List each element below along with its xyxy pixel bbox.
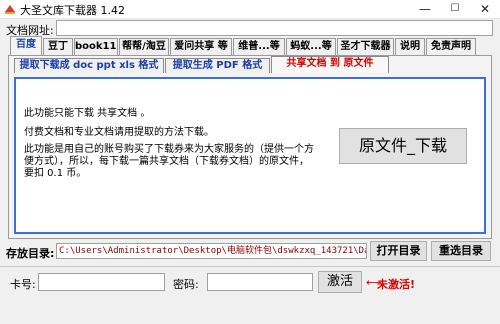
info-line-1: 此功能只能下载 共享文档 。	[24, 108, 151, 119]
tab-weipu[interactable]: 维普...等	[233, 38, 285, 55]
tab-baidu[interactable]: 百度	[10, 36, 42, 56]
subtab-extract-pdf[interactable]: 提取生成 PDF 格式	[165, 58, 270, 73]
tab-bangbang[interactable]: 帮帮/淘豆	[119, 38, 169, 55]
info-line-3c: 要扣 0.1 币。	[24, 168, 87, 179]
maximize-button[interactable]: ☐	[440, 0, 470, 18]
tab-mayi[interactable]: 蚂蚁...等	[286, 38, 336, 55]
tab-disclaimer[interactable]: 免责声明	[426, 38, 476, 55]
app-icon	[5, 5, 15, 14]
reselect-dir-button[interactable]: 重选目录	[431, 241, 491, 261]
tab-help[interactable]: 说明	[395, 38, 425, 55]
password-label: 密码:	[173, 278, 199, 291]
tab-shengcai[interactable]: 圣才下载器	[337, 38, 394, 55]
address-input[interactable]	[56, 20, 493, 36]
save-dir-input[interactable]: C:\Users\Administrator\Desktop\电脑软件包\dsw…	[56, 243, 367, 259]
activation-status: 未激活!	[377, 278, 416, 291]
tab-docin[interactable]: 豆丁	[43, 38, 73, 55]
card-label: 卡号:	[10, 278, 36, 291]
divider	[0, 266, 500, 267]
subtab-shared-original[interactable]: 共享文档 到 原文件	[271, 56, 389, 73]
info-line-2: 付费文档和专业文档请用提取的方法下载。	[24, 127, 214, 138]
info-line-3a: 此功能是用自己的账号购买了下载券来为大家服务的（提供一个方	[24, 144, 314, 155]
card-input[interactable]	[38, 273, 165, 291]
subtab-extract-doc[interactable]: 提取下载成 doc ppt xls 格式	[14, 58, 164, 73]
tab-iask[interactable]: 爱问共享 等	[170, 38, 232, 55]
window-title: 大圣文库下载器 1.42	[20, 4, 125, 17]
activate-button[interactable]: 激活	[318, 271, 362, 293]
minimize-button[interactable]: —	[410, 0, 440, 18]
open-dir-button[interactable]: 打开目录	[370, 241, 427, 261]
tab-book118[interactable]: book118	[74, 38, 118, 55]
info-line-3b: 便方式），所以，每下载一篇共享文档（下载券文档）的原文件，	[24, 156, 309, 167]
password-input[interactable]	[207, 273, 313, 291]
save-dir-label: 存放目录:	[6, 247, 55, 260]
close-button[interactable]: ✕	[470, 0, 500, 18]
download-original-button[interactable]: 原文件_下载	[339, 128, 467, 164]
